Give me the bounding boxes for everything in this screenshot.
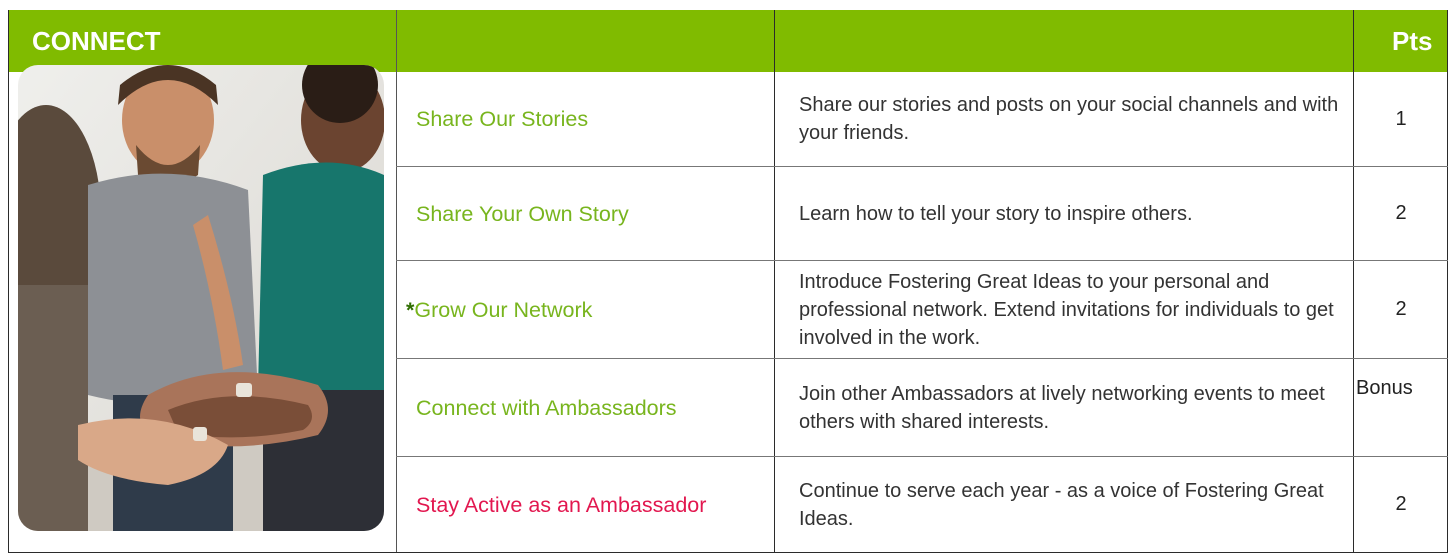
activity-description: Join other Ambassadors at lively network… [799,382,1325,433]
activity-points: 2 [1395,493,1407,515]
activity-points: Bonus [1356,377,1413,399]
activity-points: 2 [1395,202,1407,224]
activity-description: Introduce Fostering Great Ideas to your … [799,270,1334,349]
activity-connect-with-ambassadors: Connect with Ambassadors [416,395,677,420]
activity-share-your-own-story: Share Your Own Story [416,201,629,226]
activity-points: 2 [1395,298,1407,320]
activity-description: Share our stories and posts on your soci… [799,94,1339,144]
points-column-header: Pts [1392,26,1433,56]
table-header: CONNECT Pts [8,10,1448,72]
section-title: CONNECT [32,26,161,56]
team-hands-photo [18,65,384,531]
activity-grow-our-network: * Grow Our Network [404,261,774,358]
activity-share-our-stories: Share Our Stories [416,107,589,131]
activity-description: Continue to serve each year - as a voice… [799,479,1324,530]
activity-label: Grow Our Network [414,297,593,322]
activity-points: 1 [1395,107,1407,130]
required-asterisk: * [406,297,415,322]
activity-description: Learn how to tell your story to inspire … [799,202,1193,225]
team-hands-stacked-photo-icon [18,65,384,531]
connect-activities-table: CONNECT Pts Share Our Stories Share our … [8,10,1448,553]
activity-stay-active: Stay Active as an Ambassador [416,492,707,517]
